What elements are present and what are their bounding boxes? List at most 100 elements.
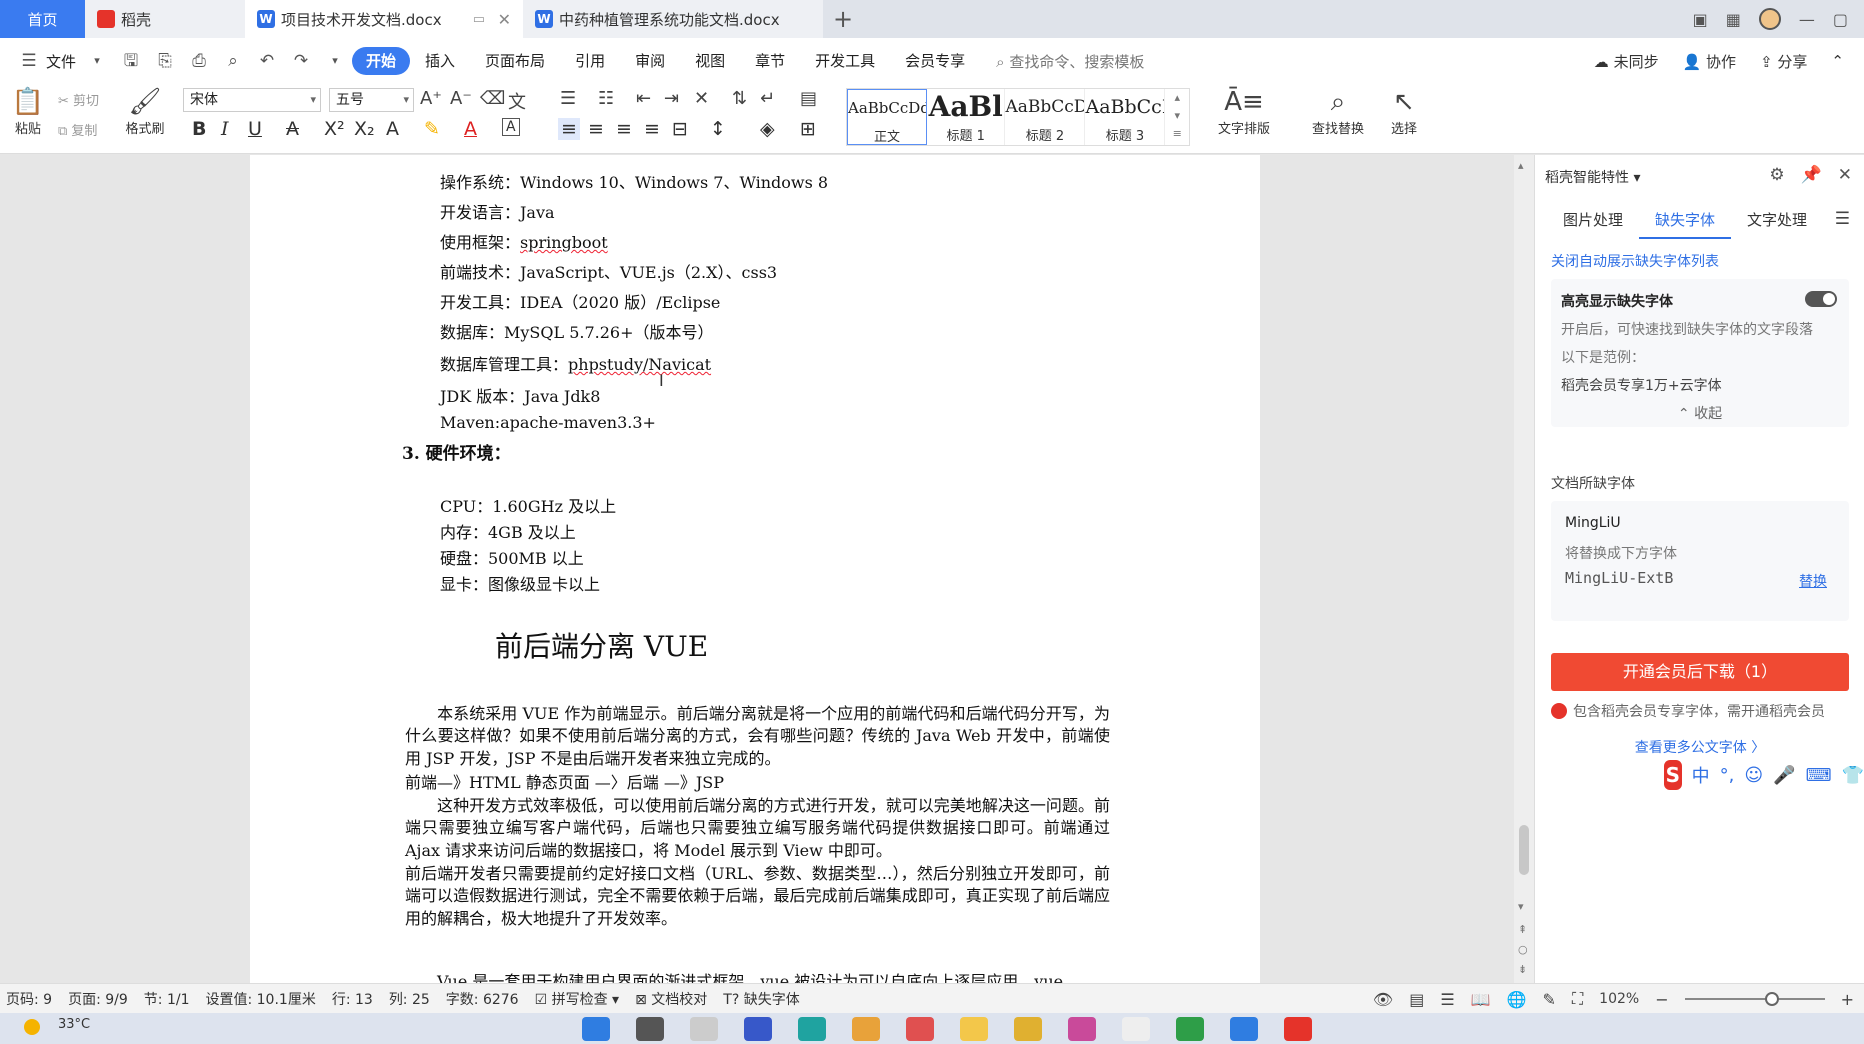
copy-button[interactable]: ⧉ 复制 bbox=[58, 120, 97, 139]
export-pdf-icon[interactable]: ⎘ bbox=[155, 51, 175, 71]
align-center-icon[interactable]: ≡ bbox=[588, 118, 604, 140]
chevron-down-icon[interactable]: ▾ bbox=[325, 51, 345, 71]
tab-image-processing[interactable]: 图片处理 bbox=[1547, 203, 1639, 239]
zoom-in-icon[interactable]: + bbox=[1841, 990, 1854, 1009]
sync-status[interactable]: ☁ 未同步 bbox=[1594, 51, 1659, 72]
tab-document-active[interactable]: W 项目技术开发文档.docx ▭ ✕ bbox=[245, 0, 523, 38]
avatar[interactable] bbox=[1758, 8, 1781, 30]
vertical-scrollbar[interactable]: ▴ ▾ ⇞ ○ ⇟ bbox=[1514, 155, 1534, 983]
select-button[interactable]: ↖ 选择 bbox=[1382, 86, 1426, 137]
layout-icon[interactable]: ▣ bbox=[1693, 10, 1708, 29]
font-size-select[interactable]: 五号 bbox=[329, 88, 414, 112]
scroll-thumb[interactable] bbox=[1519, 825, 1529, 875]
cut-button[interactable]: ✂ 剪切 bbox=[58, 90, 99, 109]
tab-missing-fonts[interactable]: 缺失字体 bbox=[1639, 203, 1732, 239]
menu-page-layout[interactable]: 页面布局 bbox=[470, 47, 560, 75]
app-icon[interactable] bbox=[1122, 1017, 1150, 1041]
grow-font-icon[interactable]: A⁺ bbox=[420, 88, 442, 109]
style-heading-1[interactable]: AaBl 标题 1 bbox=[927, 89, 1006, 145]
scroll-up-icon[interactable]: ▴ bbox=[1518, 159, 1524, 172]
menu-dev-tools[interactable]: 开发工具 bbox=[800, 47, 890, 75]
wps-icon[interactable] bbox=[1284, 1017, 1312, 1041]
chevron-down-icon[interactable]: ▾ bbox=[87, 51, 107, 71]
ime-lang[interactable]: 中 bbox=[1692, 762, 1710, 788]
zoom-level[interactable]: 102% bbox=[1599, 991, 1639, 1007]
zoom-out-icon[interactable]: − bbox=[1655, 990, 1668, 1009]
read-mode-icon[interactable]: 📖 bbox=[1471, 990, 1491, 1009]
align-right-icon[interactable]: ≡ bbox=[616, 118, 632, 140]
app-icon[interactable] bbox=[744, 1017, 772, 1041]
decrease-indent-icon[interactable]: ⇤ bbox=[636, 88, 651, 109]
increase-indent-icon[interactable]: ⇥ bbox=[664, 88, 679, 109]
close-icon[interactable]: ✕ bbox=[1838, 165, 1852, 185]
keyboard-icon[interactable]: ⌨ bbox=[1806, 765, 1832, 786]
italic-icon[interactable]: I bbox=[221, 118, 229, 140]
minimize-icon[interactable]: — bbox=[1799, 10, 1815, 29]
paste-button[interactable]: 📋 粘贴 bbox=[8, 86, 48, 137]
window-restore-icon[interactable]: ▭ bbox=[473, 12, 485, 27]
status-page[interactable]: 页面: 9/9 bbox=[68, 989, 128, 1009]
outline-view-icon[interactable]: ☰ bbox=[1440, 990, 1454, 1009]
subscript-icon[interactable]: X₂ bbox=[354, 118, 375, 140]
maximize-icon[interactable]: ▢ bbox=[1833, 10, 1848, 29]
format-painter-button[interactable]: 🖌 格式刷 bbox=[122, 86, 168, 137]
app-icon[interactable] bbox=[1014, 1017, 1042, 1041]
missing-font-button[interactable]: T? 缺失字体 bbox=[723, 989, 799, 1009]
menu-start[interactable]: 开始 bbox=[352, 47, 411, 75]
app-icon[interactable] bbox=[1176, 1017, 1204, 1041]
share-button[interactable]: ⇪ 分享 bbox=[1760, 51, 1807, 72]
page-view-icon[interactable]: ▤ bbox=[1409, 990, 1424, 1009]
start-icon[interactable] bbox=[582, 1017, 610, 1041]
tab-close-icon[interactable]: ✕ bbox=[498, 10, 511, 29]
text-layout-button[interactable]: Ā≡ 文字排版 bbox=[1206, 86, 1282, 137]
superscript-icon[interactable]: X² bbox=[324, 118, 345, 140]
chrome-icon[interactable] bbox=[852, 1017, 880, 1041]
find-replace-button[interactable]: ⌕ 查找替换 bbox=[1300, 86, 1376, 137]
tab-daoke[interactable]: 稻壳 bbox=[85, 0, 245, 38]
highlight-toggle[interactable] bbox=[1805, 291, 1837, 307]
status-page-code[interactable]: 页码: 9 bbox=[6, 989, 52, 1009]
folder-icon[interactable] bbox=[960, 1017, 988, 1041]
pinyin-icon[interactable]: 文 bbox=[508, 88, 526, 114]
menu-references[interactable]: 引用 bbox=[560, 47, 620, 75]
grid-apps-icon[interactable]: ▦ bbox=[1726, 10, 1741, 29]
line-spacing-icon[interactable]: ↕ bbox=[710, 118, 726, 140]
collab-button[interactable]: 👤 协作 bbox=[1683, 51, 1736, 72]
weather-temp[interactable]: 33°C bbox=[58, 1017, 90, 1032]
zoom-slider[interactable] bbox=[1684, 992, 1825, 1006]
new-tab-button[interactable]: + bbox=[823, 0, 863, 38]
chevron-up-icon[interactable]: ⌃ bbox=[1831, 52, 1844, 70]
select-browse-icon[interactable]: ○ bbox=[1518, 943, 1528, 956]
font-name-select[interactable]: 宋体 bbox=[183, 88, 321, 112]
edge-icon[interactable] bbox=[798, 1017, 826, 1041]
font-color-icon[interactable]: A bbox=[464, 118, 477, 140]
command-search[interactable]: ⌕ 查找命令、搜索模板 bbox=[996, 51, 1144, 72]
document-page[interactable]: 操作系统：Windows 10、Windows 7、Windows 8 开发语言… bbox=[250, 155, 1260, 983]
menu-review[interactable]: 审阅 bbox=[620, 47, 680, 75]
zoom-knob[interactable] bbox=[1764, 992, 1779, 1006]
file-menu[interactable]: 文件 bbox=[46, 51, 76, 72]
strikethrough-icon[interactable]: A bbox=[286, 118, 299, 140]
doc-proof-button[interactable]: ⊠ 文档校对 bbox=[635, 989, 707, 1009]
style-normal[interactable]: AaBbCcDd 正文 bbox=[847, 89, 927, 145]
web-view-icon[interactable]: 🌐 bbox=[1507, 990, 1527, 1009]
numbered-list-icon[interactable]: ☷ bbox=[598, 88, 614, 109]
spell-check-button[interactable]: ☑ 拼写检查 ▾ bbox=[535, 989, 620, 1009]
emoji-icon[interactable]: ☺ bbox=[1744, 765, 1763, 786]
search-icon[interactable] bbox=[636, 1017, 664, 1041]
settings-gear-icon[interactable]: ⚙ bbox=[1769, 165, 1784, 185]
status-section[interactable]: 节: 1/1 bbox=[144, 989, 190, 1009]
bold-icon[interactable]: B bbox=[192, 118, 206, 140]
text-effect-icon[interactable]: A bbox=[386, 118, 399, 140]
panel-title[interactable]: 稻壳智能特性 ▾ bbox=[1545, 167, 1640, 187]
save-icon[interactable]: 🖫 bbox=[121, 51, 141, 71]
status-words[interactable]: 字数: 6276 bbox=[446, 989, 519, 1009]
sort-icon[interactable]: ⇅ bbox=[732, 88, 747, 109]
status-setting[interactable]: 设置值: 10.1厘米 bbox=[205, 989, 315, 1009]
collapse-button[interactable]: ⌃ 收起 bbox=[1551, 403, 1849, 423]
style-heading-2[interactable]: AaBbCcD 标题 2 bbox=[1005, 89, 1086, 145]
underline-icon[interactable]: U bbox=[248, 118, 262, 140]
menu-chapter[interactable]: 章节 bbox=[740, 47, 800, 75]
table-tool-icon[interactable]: ▤ bbox=[800, 88, 817, 109]
more-fonts-link[interactable]: 查看更多公文字体 〉 bbox=[1535, 737, 1864, 757]
